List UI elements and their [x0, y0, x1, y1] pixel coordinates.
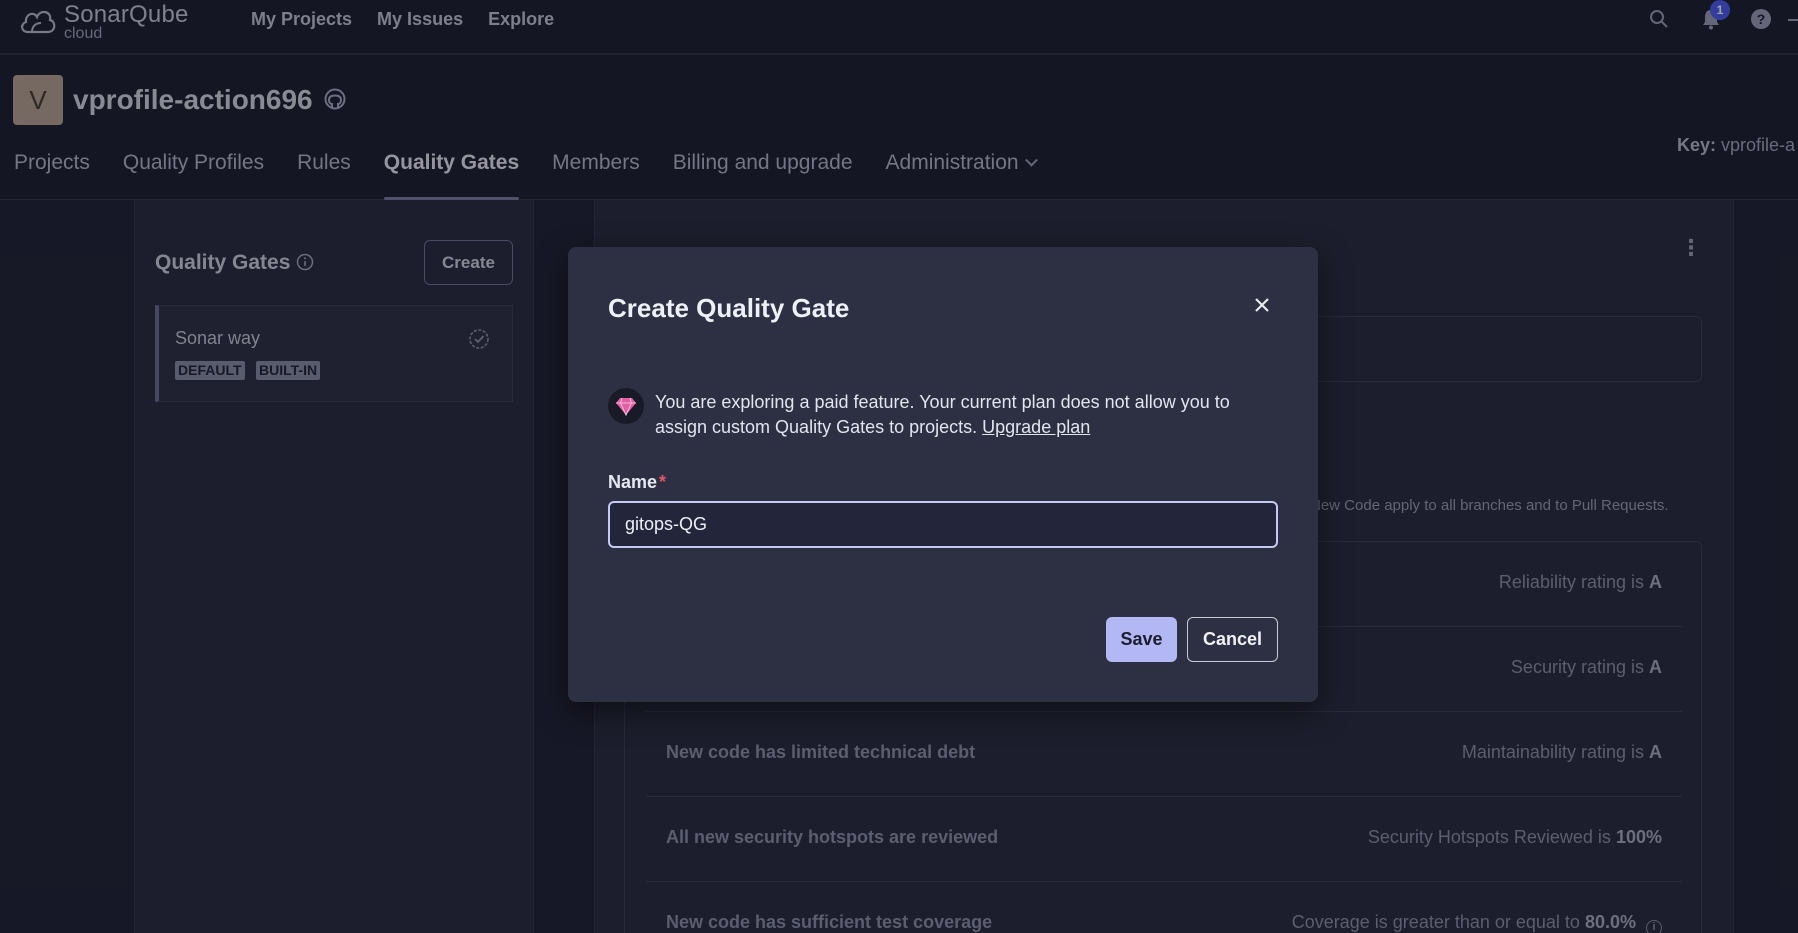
upgrade-plan-link[interactable]: Upgrade plan — [982, 417, 1090, 437]
create-quality-gate-dialog: Create Quality Gate You are exploring a … — [568, 247, 1318, 702]
paid-feature-message: You are exploring a paid feature. Your c… — [655, 390, 1275, 440]
name-label-text: Name — [608, 472, 658, 492]
paid-feature-text: You are exploring a paid feature. Your c… — [655, 392, 1230, 437]
close-icon[interactable] — [1248, 291, 1276, 319]
required-asterisk: * — [659, 472, 667, 492]
name-input[interactable] — [608, 501, 1278, 548]
dialog-title: Create Quality Gate — [608, 293, 850, 323]
save-button[interactable]: Save — [1106, 617, 1177, 662]
name-label: Name * — [608, 472, 666, 493]
diamond-icon — [608, 388, 644, 424]
cancel-button[interactable]: Cancel — [1187, 617, 1278, 662]
